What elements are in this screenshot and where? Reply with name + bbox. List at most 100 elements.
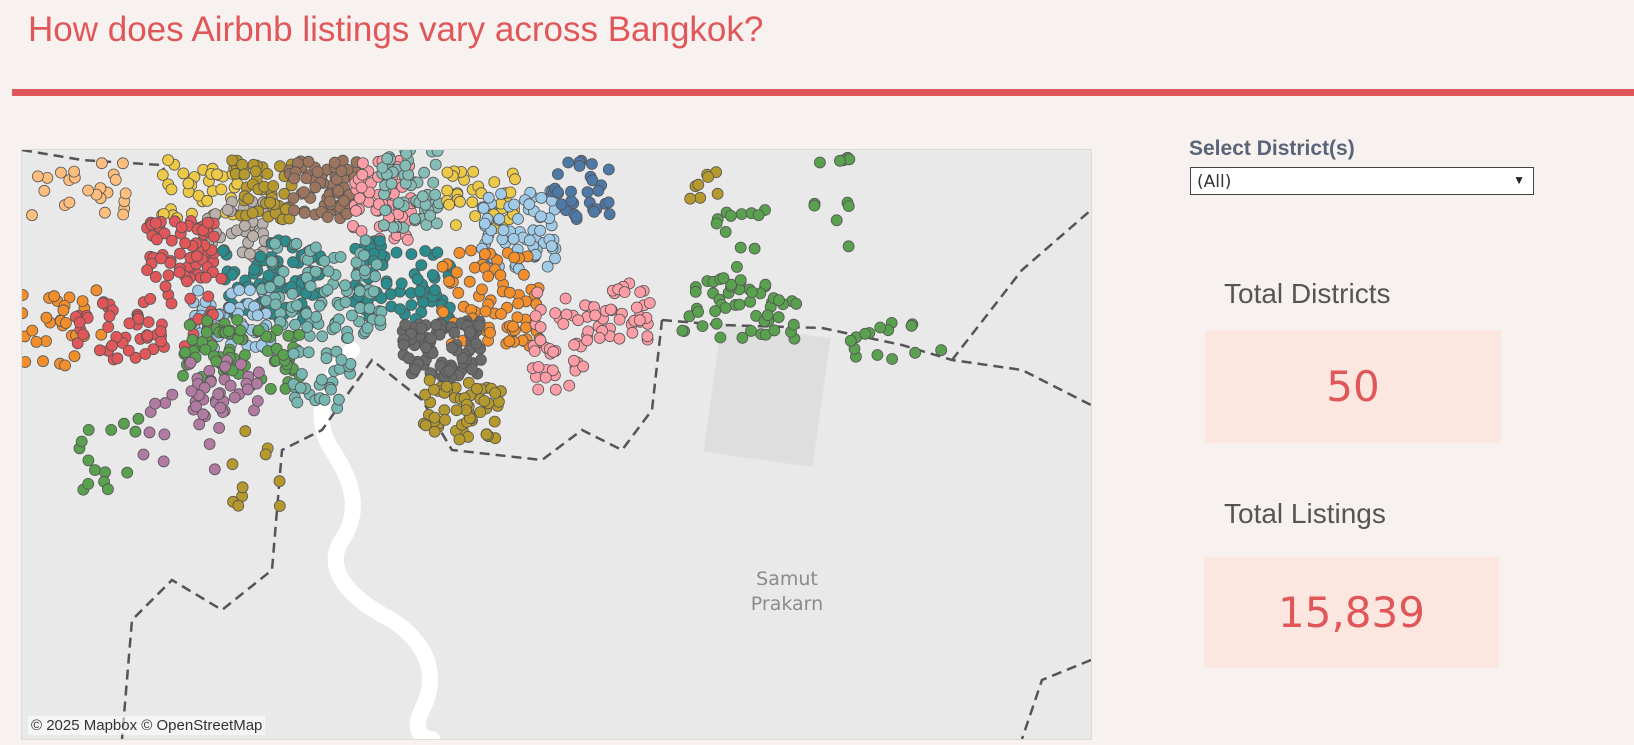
listing-dot[interactable] — [183, 319, 196, 332]
listing-dot[interactable] — [155, 335, 168, 348]
listing-dot[interactable] — [199, 271, 212, 284]
listing-dot[interactable] — [294, 381, 307, 394]
listing-dot[interactable] — [463, 275, 476, 288]
listing-dot[interactable] — [507, 320, 519, 333]
listing-dot[interactable] — [221, 204, 234, 216]
listing-dot[interactable] — [353, 285, 366, 298]
listing-dot[interactable] — [190, 250, 203, 263]
listing-dot[interactable] — [613, 313, 626, 326]
listing-dot[interactable] — [309, 265, 322, 278]
listing-dot[interactable] — [523, 234, 536, 247]
listing-dot[interactable] — [165, 297, 178, 310]
listing-dot[interactable] — [714, 331, 727, 344]
listing-dot[interactable] — [309, 181, 322, 194]
listing-dot[interactable] — [143, 426, 156, 439]
listing-dot[interactable] — [453, 247, 466, 259]
listing-dot[interactable] — [557, 317, 570, 330]
listing-dot[interactable] — [374, 314, 387, 327]
listing-dot[interactable] — [316, 330, 329, 343]
listing-dot[interactable] — [508, 251, 521, 264]
listing-dot[interactable] — [203, 364, 216, 377]
listing-dot[interactable] — [265, 255, 278, 268]
listing-dot[interactable] — [142, 316, 155, 329]
listing-dot[interactable] — [57, 304, 70, 317]
listing-dot[interactable] — [289, 318, 302, 331]
listing-dot[interactable] — [395, 277, 408, 290]
listing-dot[interactable] — [158, 428, 171, 441]
listing-dot[interactable] — [719, 226, 732, 238]
listing-dot[interactable] — [367, 285, 380, 298]
listing-dot[interactable] — [363, 302, 376, 315]
listing-dot[interactable] — [234, 324, 247, 337]
listing-dot[interactable] — [381, 152, 394, 165]
listing-dot[interactable] — [534, 224, 546, 237]
listing-dot[interactable] — [325, 383, 337, 396]
listing-dot[interactable] — [122, 344, 135, 357]
listing-dot[interactable] — [26, 324, 39, 337]
listing-dot[interactable] — [324, 195, 336, 208]
listing-dot[interactable] — [226, 458, 239, 471]
listing-dot[interactable] — [692, 178, 705, 191]
listing-dot[interactable] — [549, 252, 561, 265]
listing-dot[interactable] — [443, 275, 456, 288]
listing-dot[interactable] — [254, 250, 267, 263]
listing-dot[interactable] — [217, 244, 230, 257]
listing-dot[interactable] — [259, 448, 272, 461]
listing-dot[interactable] — [335, 353, 348, 366]
listing-dot[interactable] — [570, 210, 583, 223]
listing-dot[interactable] — [139, 348, 152, 360]
listing-dot[interactable] — [89, 464, 101, 477]
listing-dot[interactable] — [197, 408, 210, 421]
listing-dot[interactable] — [440, 380, 453, 393]
listing-dot[interactable] — [311, 166, 324, 178]
district-filter-dropdown[interactable]: (All) ▼ — [1190, 167, 1534, 195]
listing-dot[interactable] — [149, 217, 162, 229]
listing-dot[interactable] — [468, 261, 481, 274]
listing-dot[interactable] — [909, 346, 921, 359]
listing-dot[interactable] — [111, 352, 124, 365]
listing-dot[interactable] — [380, 277, 393, 290]
map-canvas[interactable] — [22, 150, 1091, 739]
listing-dot[interactable] — [82, 423, 95, 436]
listing-dot[interactable] — [353, 192, 366, 205]
listing-dot[interactable] — [630, 301, 643, 314]
listing-dot[interactable] — [297, 186, 310, 198]
listing-dot[interactable] — [702, 171, 714, 183]
listing-dot[interactable] — [735, 208, 748, 220]
listing-dot[interactable] — [200, 326, 213, 339]
listing-dot[interactable] — [593, 332, 606, 344]
listing-dot[interactable] — [402, 352, 415, 365]
listing-dot[interactable] — [82, 454, 95, 467]
listing-dot[interactable] — [768, 324, 781, 337]
listing-dot[interactable] — [96, 297, 109, 310]
listing-dot[interactable] — [132, 412, 145, 425]
listing-dot[interactable] — [251, 309, 264, 322]
listing-dot[interactable] — [179, 346, 192, 359]
listing-dot[interactable] — [466, 196, 479, 209]
listing-dot[interactable] — [463, 326, 476, 339]
listing-dot[interactable] — [626, 326, 639, 339]
listing-dot[interactable] — [211, 168, 223, 181]
listing-dot[interactable] — [129, 425, 142, 438]
listing-dot[interactable] — [262, 269, 275, 282]
listing-dot[interactable] — [397, 338, 410, 351]
listing-dot[interactable] — [454, 195, 466, 208]
listing-dot[interactable] — [392, 197, 405, 209]
listing-dot[interactable] — [369, 270, 382, 283]
listing-dot[interactable] — [267, 180, 280, 192]
listing-dot[interactable] — [224, 379, 237, 392]
listing-dot[interactable] — [528, 345, 541, 358]
listing-dot[interactable] — [935, 344, 948, 357]
listing-dot[interactable] — [450, 404, 463, 417]
listing-dot[interactable] — [359, 234, 372, 247]
listing-dot[interactable] — [643, 297, 656, 309]
listing-dot[interactable] — [243, 248, 256, 260]
listing-dot[interactable] — [342, 332, 354, 344]
listing-dot[interactable] — [137, 448, 150, 461]
listing-dot[interactable] — [181, 275, 193, 288]
listing-dot[interactable] — [202, 290, 215, 303]
listing-dot[interactable] — [787, 318, 800, 331]
listing-dot[interactable] — [339, 296, 352, 309]
listing-dot[interactable] — [22, 356, 32, 368]
listing-dot[interactable] — [201, 216, 214, 229]
